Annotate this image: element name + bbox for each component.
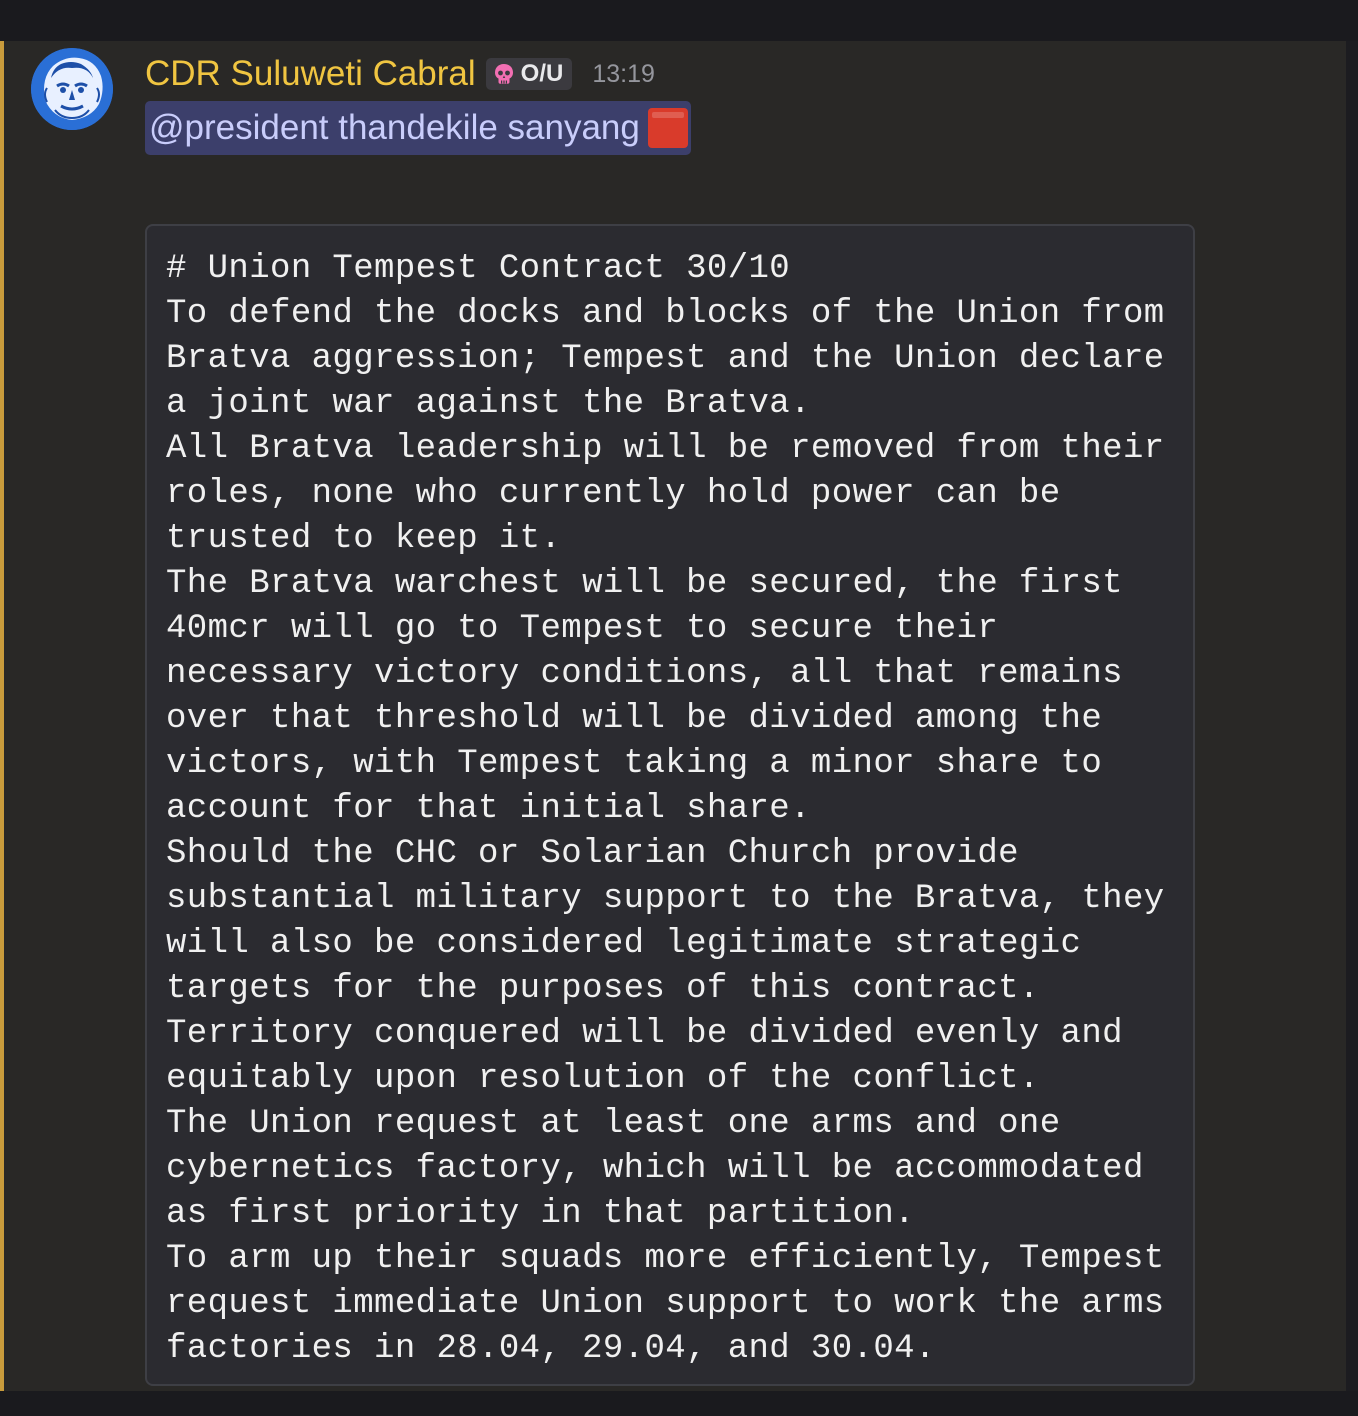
code-line: factories in 28.04, 29.04, and 30.04.: [166, 1330, 936, 1368]
code-line: roles, none who currently hold power can…: [166, 475, 1061, 513]
message-content: @president thandekile sanyang: [145, 101, 691, 155]
code-line: 40mcr will go to Tempest to secure their: [166, 610, 999, 648]
author-name[interactable]: CDR Suluweti Cabral: [145, 54, 476, 94]
pink-skull-icon: [494, 64, 513, 84]
role-tag[interactable]: O/U: [485, 58, 573, 90]
code-block: # Union Tempest Contract 30/10 To defend …: [145, 224, 1195, 1386]
top-bar: [0, 0, 1358, 41]
bottom-bar: [0, 1391, 1358, 1416]
code-line: All Bratva leadership will be removed fr…: [166, 430, 1165, 468]
red-square-icon: [647, 108, 688, 148]
code-line: Should the CHC or Solarian Church provid…: [166, 835, 1019, 873]
code-line: request immediate Union support to work …: [166, 1285, 1165, 1323]
avatar[interactable]: [31, 48, 113, 130]
code-line: trusted to keep it.: [166, 520, 562, 558]
code-line: The Union request at least one arms and …: [166, 1105, 1061, 1143]
code-line: as first priority in that partition.: [166, 1195, 915, 1233]
code-line: # Union Tempest Contract 30/10: [166, 250, 791, 288]
code-line: To arm up their squads more efficiently,…: [166, 1240, 1165, 1278]
code-line: cybernetics factory, which will be accom…: [166, 1150, 1144, 1188]
code-line: targets for the purposes of this contrac…: [166, 970, 1040, 1008]
code-line: Territory conquered will be divided even…: [166, 1015, 1123, 1053]
role-tag-label: O/U: [520, 60, 564, 87]
code-line: To defend the docks and blocks of the Un…: [166, 295, 1165, 333]
timestamp[interactable]: 13:19: [592, 60, 655, 89]
code-line: substantial military support to the Brat…: [166, 880, 1165, 918]
code-line: over that threshold will be divided amon…: [166, 700, 1103, 738]
message-header: CDR Suluweti Cabral O/U 13:19: [145, 52, 655, 96]
code-line: victors, with Tempest taking a minor sha…: [166, 745, 1103, 783]
code-line: necessary victory conditions, all that r…: [166, 655, 1123, 693]
code-line: Bratva aggression; Tempest and the Union…: [166, 340, 1165, 378]
code-line: equitably upon resolution of the conflic…: [166, 1060, 1040, 1098]
code-line: will also be considered legitimate strat…: [166, 925, 1082, 963]
code-line: a joint war against the Bratva.: [166, 385, 811, 423]
code-line: The Bratva warchest will be secured, the…: [166, 565, 1123, 603]
user-mention[interactable]: @president thandekile sanyang: [145, 101, 691, 155]
mention-text: @president thandekile sanyang: [149, 108, 640, 147]
code-line: account for that initial share.: [166, 790, 811, 828]
avatar-image: [31, 48, 113, 130]
